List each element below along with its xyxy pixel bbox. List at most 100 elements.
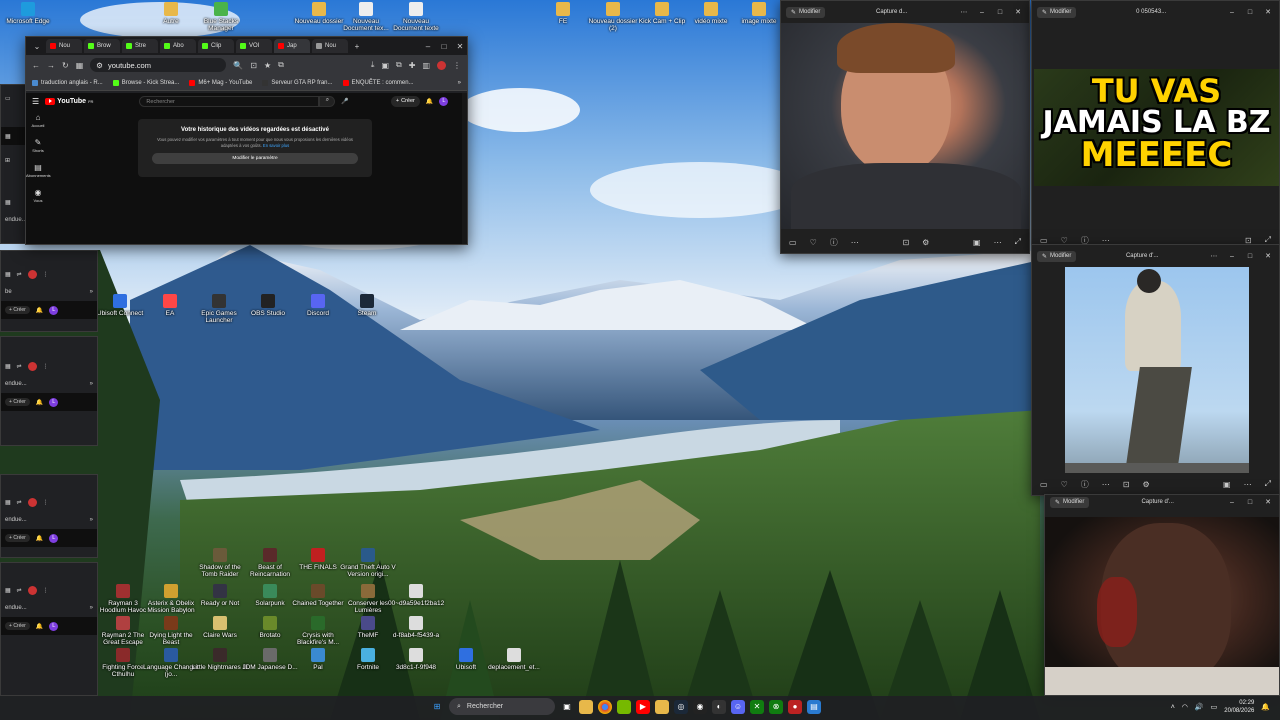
battery-icon[interactable]: ▭ bbox=[1211, 703, 1218, 711]
chrome-icon[interactable] bbox=[598, 699, 612, 714]
desktop-icon[interactable]: Ready or Not bbox=[192, 584, 248, 607]
more-icon[interactable]: ⋮ bbox=[453, 61, 461, 70]
desktop-icon[interactable]: Blue Stacks Manager bbox=[193, 2, 249, 32]
background-browser-window[interactable]: ▦ ⇌ ⋮ endue... » + Créer 🔔 L bbox=[0, 474, 98, 558]
desktop-icon[interactable]: deplacement_et... bbox=[486, 648, 542, 671]
edit-button[interactable]: ✎ Modifier bbox=[786, 6, 826, 18]
xbox-app-icon[interactable]: ⊗ bbox=[769, 699, 783, 714]
split-icon[interactable]: ▥ bbox=[422, 61, 430, 70]
browser-tab[interactable]: VOI bbox=[236, 39, 272, 53]
tab-search-icon[interactable]: ⌄ bbox=[30, 42, 44, 51]
more-icon[interactable]: ⋯ bbox=[1102, 480, 1110, 489]
minimize-button[interactable]: – bbox=[1226, 253, 1238, 260]
crop-icon[interactable]: ⊡ bbox=[1123, 480, 1130, 489]
chrome-window[interactable]: ⌄ Nou Brow Stre Abo Clip VOI Jap Nou + –… bbox=[25, 36, 468, 245]
avatar[interactable]: L bbox=[49, 533, 59, 543]
windows-start-icon[interactable]: ⊞ bbox=[430, 700, 444, 714]
steam-icon[interactable]: ◎ bbox=[674, 699, 688, 714]
desktop-icon[interactable]: THE FINALS bbox=[290, 548, 346, 571]
avatar[interactable]: L bbox=[49, 621, 59, 631]
more-options-icon[interactable]: ⋯ bbox=[994, 238, 1002, 247]
fullscreen-icon[interactable]: ⤢ bbox=[1265, 479, 1271, 489]
folder-icon[interactable] bbox=[655, 699, 669, 714]
desktop-icon[interactable]: 3d8c1-f-9f948 bbox=[388, 648, 444, 671]
edit-button[interactable]: ✎ Modifier bbox=[1037, 250, 1077, 262]
cast-icon[interactable]: ▣ bbox=[1223, 480, 1231, 489]
maximize-button[interactable]: □ bbox=[994, 9, 1006, 16]
clock[interactable]: 02:29 20/08/2026 bbox=[1224, 699, 1254, 715]
create-button[interactable]: + Créer bbox=[390, 95, 420, 107]
sidebar-item-shorts[interactable]: ✎ Shorts bbox=[26, 138, 50, 153]
change-setting-button[interactable]: Modifier le paramètre bbox=[152, 153, 358, 164]
ea-icon[interactable]: ◐ bbox=[712, 699, 726, 714]
browser-tab-active[interactable]: Jap bbox=[274, 39, 310, 53]
file-explorer-icon[interactable] bbox=[579, 699, 593, 714]
desktop-icon[interactable]: Steam bbox=[339, 294, 395, 317]
maximize-button[interactable]: □ bbox=[1244, 9, 1256, 16]
desktop-icon[interactable]: Ubisoft Connect bbox=[92, 294, 148, 317]
bookmark-item[interactable]: Serveur GTA RP fran... bbox=[262, 79, 333, 86]
address-bar[interactable]: ⚙ youtube.com bbox=[90, 58, 227, 72]
desktop-icon[interactable]: Nouveau dossier (2) bbox=[585, 2, 641, 32]
desktop-icon[interactable]: FE bbox=[535, 2, 591, 25]
tab-grid-icon[interactable]: ▦ bbox=[76, 61, 84, 70]
miniplayer-icon[interactable]: ▭ bbox=[1040, 480, 1048, 489]
learn-more-link[interactable]: En savoir plus bbox=[263, 143, 289, 148]
minimize-button[interactable]: – bbox=[421, 42, 435, 51]
desktop-icon[interactable]: Pal bbox=[290, 648, 346, 671]
desktop-icon[interactable]: EA bbox=[142, 294, 198, 317]
background-browser-window[interactable]: ▦ ⇌ ⋮ endue... » + Créer 🔔 L bbox=[0, 336, 98, 446]
microphone-icon[interactable]: 🎤 bbox=[341, 98, 348, 105]
close-button[interactable]: ✕ bbox=[1262, 252, 1274, 260]
install-icon[interactable]: ⊡ bbox=[250, 61, 257, 70]
desktop-icon[interactable]: Little Nightmares III bbox=[192, 648, 248, 671]
copy-icon[interactable]: ⧉ bbox=[396, 60, 402, 70]
browser-tab[interactable]: Brow bbox=[84, 39, 120, 53]
more-icon[interactable]: ⋯ bbox=[851, 238, 859, 247]
screenshot-icon[interactable]: ▣ bbox=[381, 61, 389, 70]
bookmark-item[interactable]: Browse - Kick Strea... bbox=[112, 79, 179, 86]
crop-icon[interactable]: ⊡ bbox=[902, 238, 909, 247]
task-view-icon[interactable]: ▣ bbox=[560, 700, 574, 714]
background-browser-window[interactable]: ▦ ⇌ ⋮ endue... » + Créer 🔔 L bbox=[0, 562, 98, 696]
youtube-logo[interactable]: YouTube FR bbox=[45, 97, 93, 105]
site-info-icon[interactable]: ⚙ bbox=[96, 61, 103, 70]
network-icon[interactable]: ◠ bbox=[1182, 703, 1188, 711]
create-button[interactable]: + Créer bbox=[5, 534, 30, 542]
desktop-icon[interactable]: Grand Theft Auto V Version origi... bbox=[340, 548, 396, 578]
download-icon[interactable]: ⤓ bbox=[371, 60, 375, 70]
maximize-button[interactable]: □ bbox=[437, 42, 451, 51]
desktop-icon[interactable]: 00~d9a59e1f2ba12 bbox=[388, 584, 444, 607]
favorite-icon[interactable]: ♡ bbox=[810, 238, 817, 247]
desktop-icon[interactable]: Crysis with Blackfire's M... bbox=[290, 616, 346, 646]
fullscreen-icon[interactable]: ⤢ bbox=[1015, 237, 1021, 247]
close-button[interactable]: ✕ bbox=[1262, 8, 1274, 16]
avatar[interactable]: L bbox=[49, 397, 59, 407]
extensions-icon[interactable]: ⧉ bbox=[278, 60, 284, 70]
browser-tab[interactable]: Clip bbox=[198, 39, 234, 53]
notifications-icon[interactable]: 🔔 bbox=[1261, 703, 1270, 711]
desktop-icon[interactable]: Microsoft Edge bbox=[0, 2, 56, 25]
close-button[interactable]: ✕ bbox=[1012, 8, 1024, 16]
minimize-button[interactable]: – bbox=[1226, 9, 1238, 16]
sidebar-item-you[interactable]: ◉ Vous bbox=[26, 188, 50, 203]
effects-icon[interactable]: ⚙ bbox=[922, 238, 929, 247]
nvidia-icon[interactable] bbox=[617, 699, 631, 714]
effects-icon[interactable]: ⚙ bbox=[1142, 480, 1149, 489]
edit-button[interactable]: ✎ Modifier bbox=[1050, 496, 1090, 508]
photos-icon[interactable]: ▤ bbox=[807, 699, 821, 714]
close-button[interactable]: ✕ bbox=[1262, 498, 1274, 506]
bookmark-item[interactable]: traduction anglais - R... bbox=[32, 79, 103, 86]
close-button[interactable]: ✕ bbox=[453, 42, 467, 51]
back-icon[interactable]: ← bbox=[32, 61, 40, 70]
profile-avatar-icon[interactable] bbox=[437, 60, 446, 70]
cast-icon[interactable]: ▣ bbox=[973, 238, 981, 247]
desktop-icon[interactable]: Language Changer (jo... bbox=[143, 648, 199, 678]
tray-chevron-icon[interactable]: ˄ bbox=[1171, 704, 1175, 711]
edit-button[interactable]: ✎ Modifier bbox=[1037, 6, 1077, 18]
browser-tab[interactable]: Abo bbox=[160, 39, 196, 53]
more-options-icon[interactable]: ⋯ bbox=[1244, 480, 1252, 489]
media-player-window[interactable]: ✎ Modifier 0 050543... – □ ✕ TU VAS JAMAI… bbox=[1031, 0, 1280, 246]
youtube-search-input[interactable]: Rechercher bbox=[139, 95, 320, 107]
avatar[interactable]: L bbox=[49, 305, 59, 315]
